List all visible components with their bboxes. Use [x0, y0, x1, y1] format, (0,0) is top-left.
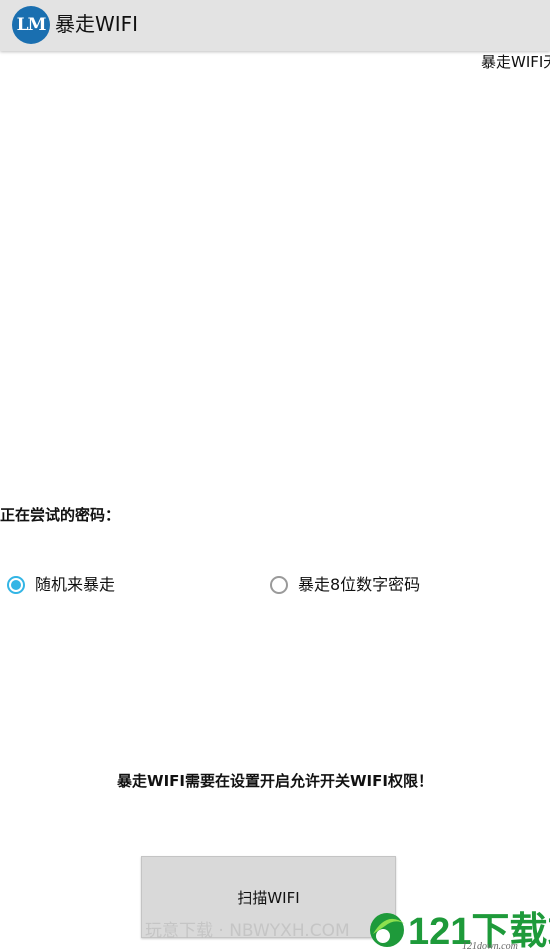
watermark-logo-icon: 121下载站 121down.com — [370, 911, 550, 951]
scrolling-status-text: 暴走WIFI无 — [481, 53, 550, 71]
trying-password-label: 正在尝试的密码： — [0, 506, 121, 524]
permission-note: 暴走WIFI需要在设置开启允许开关WIFI权限！ — [117, 772, 433, 790]
scan-wifi-button-label[interactable]: 扫描WIFI — [237, 887, 299, 908]
radio-random-mode[interactable]: 随机来暴走 — [7, 573, 115, 597]
radio-8-digit-mode[interactable]: 暴走8位数字密码 — [270, 573, 420, 597]
watermark-text: 玩意下载 · NBWYXH.COM — [145, 921, 350, 941]
radio-unchecked-icon[interactable] — [270, 576, 288, 594]
radio-8-digit-label[interactable]: 暴走8位数字密码 — [298, 574, 420, 596]
app-bar: LM 暴走WIFI — [0, 0, 550, 51]
radio-checked-icon[interactable] — [7, 576, 25, 594]
radio-random-label[interactable]: 随机来暴走 — [35, 574, 115, 596]
watermark-logo-subtext: 121down.com — [462, 941, 518, 951]
app-title: 暴走WIFI — [55, 12, 139, 36]
app-logo-icon: LM — [12, 6, 50, 44]
